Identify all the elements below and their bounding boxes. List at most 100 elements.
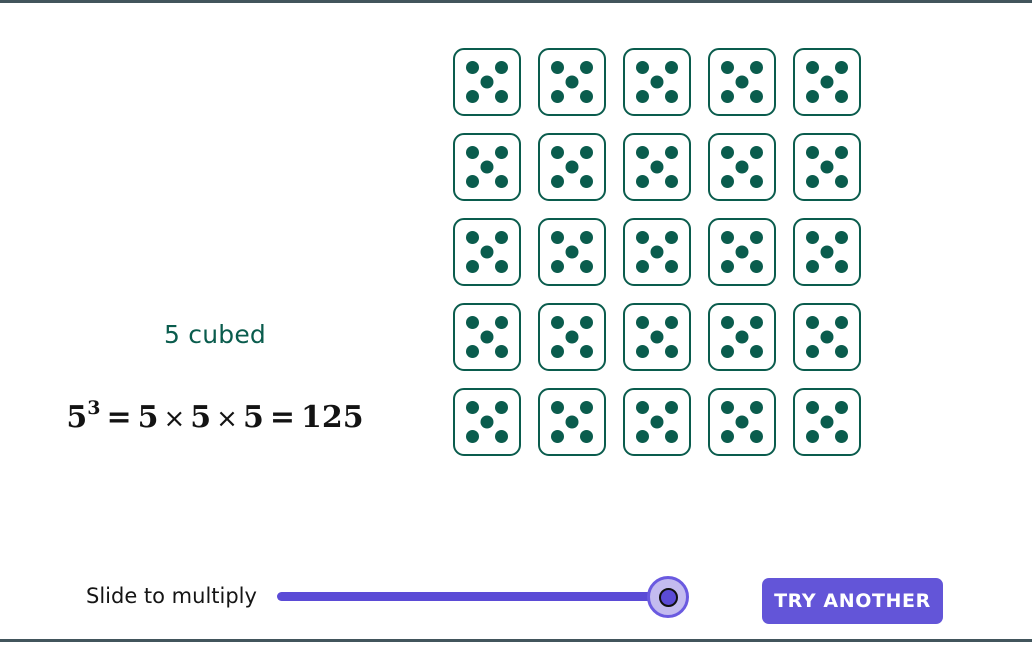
die-pip <box>636 401 649 414</box>
die-pip <box>820 415 834 429</box>
die-pip <box>806 146 819 159</box>
die-pip <box>580 260 593 273</box>
die-pip <box>495 90 508 103</box>
equation-result: 125 <box>300 400 364 435</box>
die-pip <box>721 90 734 103</box>
die <box>708 133 776 201</box>
die-pip <box>551 316 564 329</box>
die-pip <box>750 175 763 188</box>
die-pip <box>565 75 579 89</box>
die-pip <box>806 316 819 329</box>
die-pip <box>750 61 763 74</box>
die <box>623 133 691 201</box>
die-pip <box>806 61 819 74</box>
die <box>708 218 776 286</box>
die-pip <box>665 430 678 443</box>
die-pip <box>750 316 763 329</box>
die-pip <box>665 61 678 74</box>
die <box>538 48 606 116</box>
die-pip <box>835 316 848 329</box>
die-pip <box>551 175 564 188</box>
die-pip <box>665 231 678 244</box>
die-pip <box>721 260 734 273</box>
multiply-icon-1: × <box>163 404 186 434</box>
page-title: 5 cubed <box>164 320 266 349</box>
die-pip <box>580 430 593 443</box>
die <box>538 218 606 286</box>
die-pip <box>580 231 593 244</box>
die-pip <box>551 61 564 74</box>
die-pip <box>806 430 819 443</box>
die <box>708 48 776 116</box>
die-pip <box>665 146 678 159</box>
die-pip <box>750 260 763 273</box>
die-pip <box>565 245 579 259</box>
die-pip <box>466 61 479 74</box>
die-pip <box>735 415 749 429</box>
die-pip <box>806 90 819 103</box>
die <box>793 133 861 201</box>
multiply-slider[interactable] <box>277 576 689 618</box>
die-pip <box>565 415 579 429</box>
die-pip <box>636 90 649 103</box>
die-pip <box>665 316 678 329</box>
top-divider-rule <box>0 0 1032 3</box>
die-pip <box>551 430 564 443</box>
die-pip <box>580 345 593 358</box>
die-pip <box>636 175 649 188</box>
die-pip <box>636 430 649 443</box>
die-pip <box>806 175 819 188</box>
dice-grid <box>453 48 861 456</box>
die-pip <box>835 345 848 358</box>
die-pip <box>806 401 819 414</box>
slider-label: Slide to multiply <box>86 584 257 608</box>
die <box>538 133 606 201</box>
die <box>708 388 776 456</box>
die-pip <box>480 415 494 429</box>
try-another-button[interactable]: TRY ANOTHER <box>762 578 943 624</box>
equation-base: 5 <box>66 400 88 435</box>
die-pip <box>551 146 564 159</box>
die-pip <box>551 260 564 273</box>
die-pip <box>835 175 848 188</box>
die-pip <box>721 146 734 159</box>
die <box>623 388 691 456</box>
die-pip <box>495 146 508 159</box>
slider-track[interactable] <box>277 592 668 601</box>
die-pip <box>721 316 734 329</box>
die-pip <box>806 260 819 273</box>
die-pip <box>551 90 564 103</box>
die-pip <box>665 260 678 273</box>
die-pip <box>650 245 664 259</box>
die <box>453 133 521 201</box>
die-pip <box>480 160 494 174</box>
die-pip <box>466 175 479 188</box>
die-pip <box>820 330 834 344</box>
die-pip <box>721 61 734 74</box>
die-pip <box>495 345 508 358</box>
die-pip <box>835 231 848 244</box>
slider-thumb[interactable] <box>647 576 689 618</box>
die <box>453 48 521 116</box>
die-pip <box>721 231 734 244</box>
die-pip <box>466 231 479 244</box>
die <box>793 303 861 371</box>
die-pip <box>466 401 479 414</box>
die-pip <box>580 316 593 329</box>
die <box>453 388 521 456</box>
die-pip <box>466 430 479 443</box>
die-pip <box>721 430 734 443</box>
die <box>793 388 861 456</box>
die-pip <box>806 345 819 358</box>
die-pip <box>580 146 593 159</box>
die-pip <box>650 75 664 89</box>
die-pip <box>820 75 834 89</box>
die-pip <box>480 75 494 89</box>
app-canvas: 5 cubed 53 = 5 × 5 × 5 = 125 Slide to multiply T… <box>0 0 1032 645</box>
die-pip <box>495 401 508 414</box>
die-pip <box>480 330 494 344</box>
equation: 53 = 5 × 5 × 5 = 125 <box>0 399 430 436</box>
die-pip <box>650 330 664 344</box>
die-pip <box>580 401 593 414</box>
die <box>453 303 521 371</box>
